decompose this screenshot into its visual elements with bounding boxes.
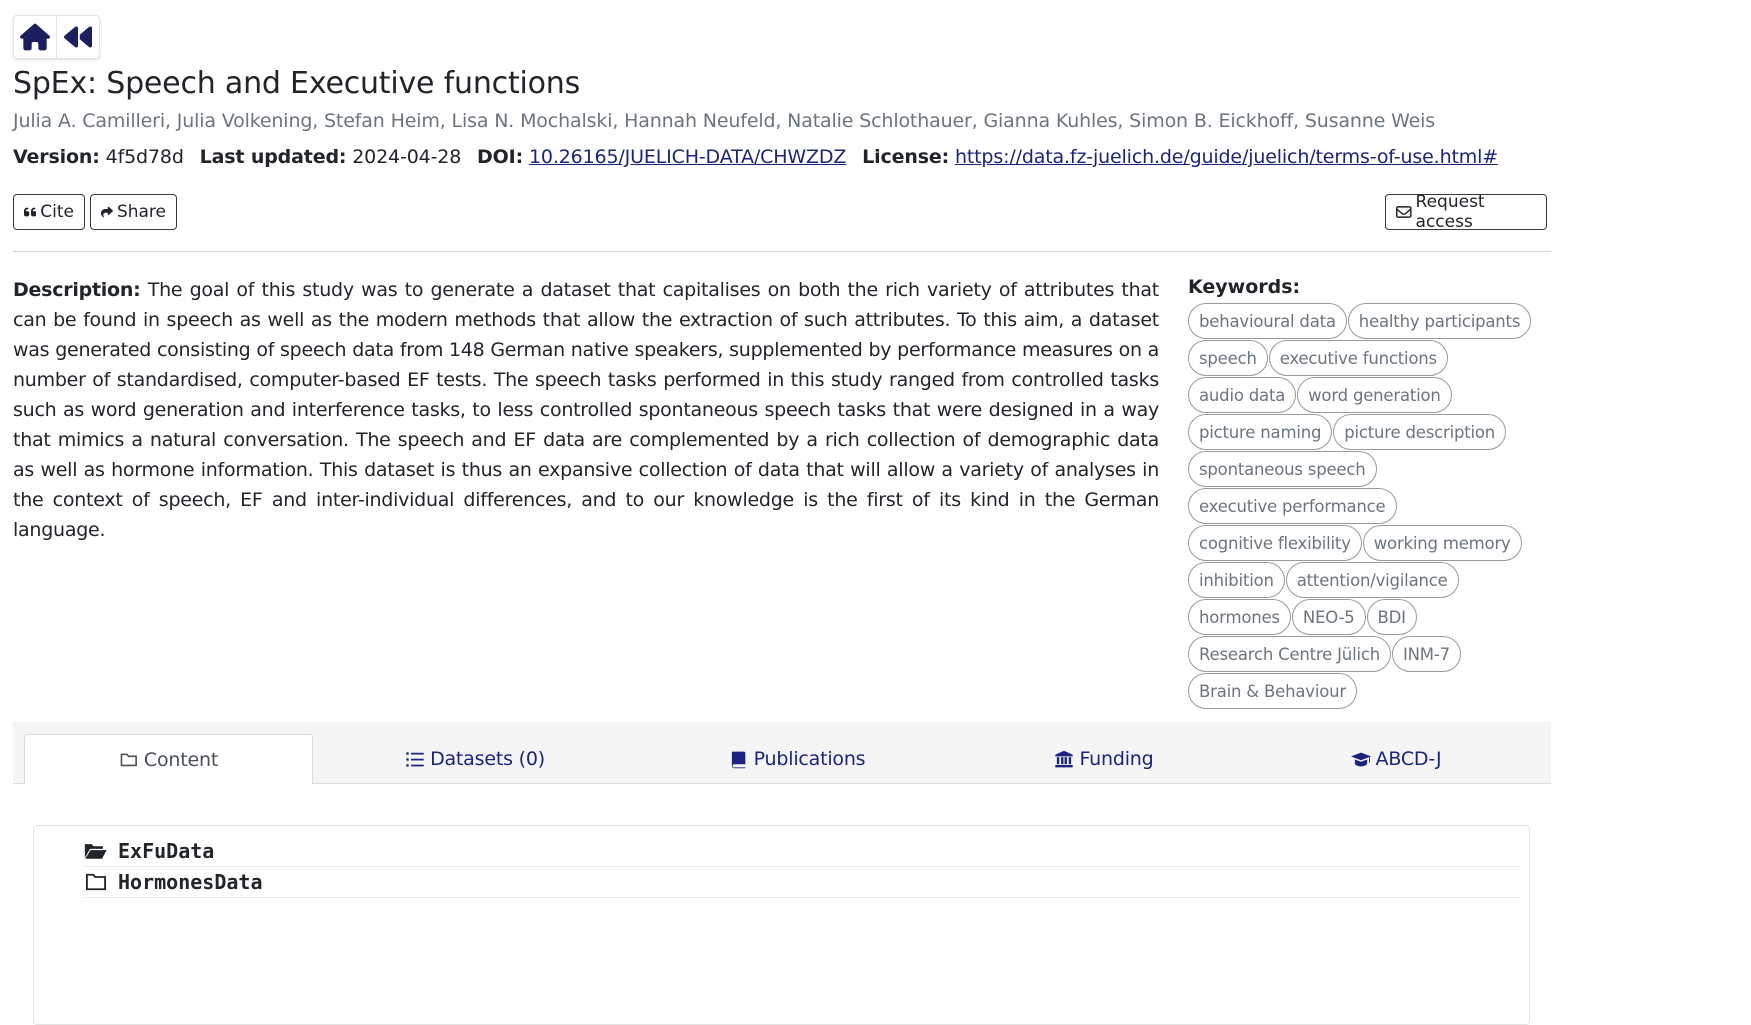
dataset-page: SpEx: Speech and Executive functions Jul…	[0, 0, 1751, 1025]
keyword-pill[interactable]: executive functions	[1268, 340, 1448, 376]
share-icon	[101, 206, 113, 218]
book-icon	[731, 751, 745, 768]
version-value: 4f5d78d	[105, 146, 184, 168]
keyword-pill[interactable]: cognitive flexibility	[1188, 525, 1362, 561]
file-tree: ExFuData HormonesData	[33, 825, 1530, 1025]
home-icon	[20, 23, 50, 51]
keyword-pill[interactable]: picture naming	[1188, 414, 1333, 450]
keyword-pill[interactable]: Brain & Behaviour	[1188, 673, 1357, 709]
graduation-cap-icon	[1350, 752, 1371, 766]
tab-abcd-j-label: ABCD-J	[1375, 748, 1442, 770]
request-access-label: Request access	[1415, 192, 1485, 232]
description: Description: The goal of this study was …	[13, 275, 1159, 545]
keyword-pill[interactable]: hormones	[1188, 599, 1291, 635]
keyword-pill[interactable]: Research Centre Jülich	[1188, 636, 1391, 672]
metadata-line: Version: 4f5d78d Last updated: 2024-04-2…	[13, 146, 1498, 168]
tab-abcd-j[interactable]: ABCD-J	[1251, 734, 1541, 784]
version-label: Version:	[13, 146, 100, 168]
keyword-pill[interactable]: healthy participants	[1347, 303, 1532, 339]
home-button[interactable]	[14, 16, 56, 58]
file-row-hormonesdata[interactable]: HormonesData	[84, 867, 1520, 898]
license-label: License:	[862, 146, 950, 168]
tab-publications[interactable]: Publications	[637, 734, 957, 784]
keyword-pill[interactable]: INM-7	[1391, 636, 1461, 672]
file-name: HormonesData	[118, 870, 263, 894]
folder-open-icon	[84, 844, 107, 859]
tab-funding-label: Funding	[1079, 748, 1154, 770]
bank-icon	[1055, 750, 1074, 767]
author-list: Julia A. Camilleri, Julia Volkening, Ste…	[13, 110, 1436, 132]
doi-link[interactable]: 10.26165/JUELICH-DATA/CHWZDZ	[529, 146, 846, 168]
keyword-pill[interactable]: behavioural data	[1188, 303, 1347, 339]
description-text: The goal of this study was to generate a…	[13, 279, 1159, 541]
divider	[13, 251, 1551, 252]
cite-button[interactable]: Cite	[13, 194, 85, 230]
tab-bar: Content Datasets (0) Publications Fundin…	[13, 722, 1551, 785]
keyword-pill[interactable]: NEO-5	[1291, 599, 1366, 635]
keyword-pill[interactable]: audio data	[1188, 377, 1297, 413]
file-name: ExFuData	[118, 839, 215, 863]
keyword-list: behavioural data healthy participants spee…	[1188, 303, 1551, 709]
tab-content-label: Content	[143, 748, 219, 771]
backward-icon	[64, 26, 92, 48]
share-button[interactable]: Share	[90, 194, 177, 230]
file-row-exfudata[interactable]: ExFuData	[84, 836, 1520, 867]
folder-icon	[86, 873, 106, 891]
keyword-pill[interactable]: speech	[1188, 340, 1268, 376]
tab-datasets[interactable]: Datasets (0)	[313, 734, 637, 784]
keywords-label: Keywords:	[1188, 276, 1301, 298]
license-link[interactable]: https://data.fz-juelich.de/guide/juelich…	[955, 146, 1498, 168]
keyword-pill[interactable]: spontaneous speech	[1188, 451, 1377, 487]
cite-label: Cite	[40, 202, 74, 222]
tab-datasets-label: Datasets (0)	[430, 748, 545, 770]
keyword-pill[interactable]: BDI	[1366, 599, 1417, 635]
description-label: Description:	[13, 279, 141, 301]
share-label: Share	[116, 202, 166, 222]
envelope-icon	[1396, 206, 1412, 218]
list-icon	[406, 751, 424, 767]
tab-publications-label: Publications	[753, 748, 866, 770]
request-access-button[interactable]: Request access	[1385, 192, 1547, 232]
quote-icon	[24, 207, 37, 217]
keyword-pill[interactable]: working memory	[1362, 525, 1522, 561]
doi-label: DOI:	[477, 146, 524, 168]
keyword-pill[interactable]: word generation	[1297, 377, 1452, 413]
keyword-pill[interactable]: inhibition	[1188, 562, 1285, 598]
keyword-pill[interactable]: picture description	[1333, 414, 1507, 450]
tab-content[interactable]: Content	[24, 734, 313, 785]
back-button[interactable]	[56, 16, 99, 58]
nav-button-group	[13, 15, 100, 59]
page-title: SpEx: Speech and Executive functions	[13, 66, 581, 101]
last-updated-label: Last updated:	[199, 146, 347, 168]
tab-funding[interactable]: Funding	[957, 734, 1251, 784]
folder-icon	[120, 753, 137, 767]
keyword-pill[interactable]: attention/vigilance	[1285, 562, 1459, 598]
keyword-pill[interactable]: executive performance	[1188, 488, 1397, 524]
last-updated-value: 2024-04-28	[352, 146, 462, 168]
